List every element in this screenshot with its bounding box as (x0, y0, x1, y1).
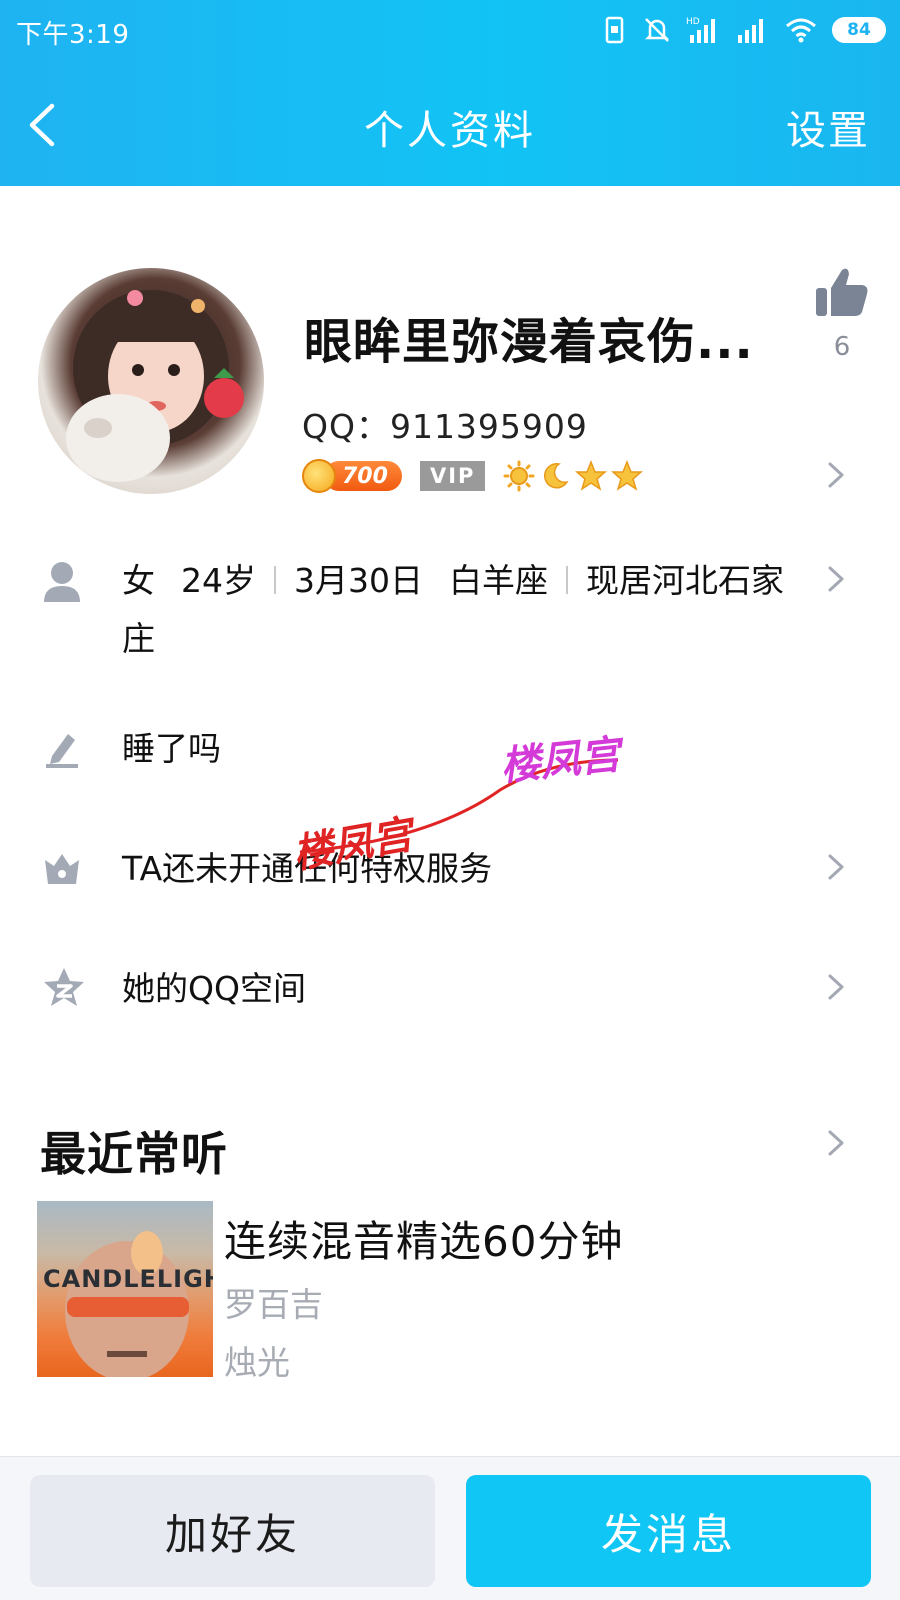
basic-info[interactable]: 女 24岁 3月30日 白羊座 现居河北石家庄 (122, 552, 812, 668)
status-bar: 下午3:19 HD 84 (0, 0, 900, 60)
send-message-button[interactable]: 发消息 (466, 1475, 871, 1587)
battery-indicator: 84 (832, 17, 886, 43)
location-continued: 庄 (122, 619, 155, 658)
mute-icon (644, 18, 670, 42)
vip-badge: VIP (419, 461, 486, 491)
divider (566, 565, 568, 594)
hd-signal-icon: HD (686, 17, 715, 43)
wifi-icon (786, 18, 816, 43)
like-count: 6 (833, 332, 851, 362)
status-icons: HD 84 (602, 12, 886, 48)
qzone-star-icon (44, 968, 84, 1006)
nickname: 眼眸里弥漫着哀伤... (304, 314, 754, 370)
app-header: 下午3:19 HD 84 个人资料 设置 (0, 0, 900, 186)
crown-icon (45, 854, 79, 884)
qq-level-icons (503, 460, 644, 492)
divider (274, 565, 276, 594)
gender: 女 (122, 561, 155, 600)
avatar-illustration (66, 290, 244, 482)
chevron-right-icon[interactable] (826, 852, 846, 882)
pencil-icon (46, 734, 78, 768)
avatar[interactable] (38, 268, 264, 494)
age: 24岁 (181, 561, 256, 600)
screen-rotate-icon (605, 16, 624, 44)
album-cover[interactable]: CANDLELIGHT (37, 1201, 213, 1377)
sun-icon (503, 460, 535, 492)
song-title[interactable]: 连续混音精选60分钟 (224, 1208, 623, 1269)
star-icon (575, 460, 608, 491)
moon-icon (544, 463, 569, 489)
signal-icon (738, 19, 763, 43)
album-name: 烛光 (224, 1343, 290, 1382)
album-cover-text: CANDLELIGHT (43, 1265, 213, 1293)
chevron-right-icon[interactable] (826, 564, 846, 594)
star-icon (611, 460, 644, 491)
location: 现居河北石家 (586, 561, 784, 600)
add-friend-button[interactable]: 加好友 (30, 1475, 435, 1587)
like-button[interactable]: 6 (812, 264, 872, 362)
birthday: 3月30日 (294, 561, 423, 600)
singer-name: 罗百吉 (224, 1285, 323, 1324)
badge-row[interactable]: 700 VIP (302, 458, 644, 494)
qq-number: QQ：911395909 (302, 407, 588, 446)
qzone-link[interactable]: 她的QQ空间 (122, 960, 306, 1018)
chevron-right-icon[interactable] (826, 972, 846, 1002)
signature: 睡了吗 (122, 729, 221, 768)
page-title: 个人资料 (364, 108, 536, 154)
person-icon (44, 562, 80, 602)
status-time: 下午3:19 (16, 20, 130, 50)
settings-button[interactable]: 设置 (786, 98, 870, 156)
section-title-recent-music: 最近常听 (40, 1127, 228, 1181)
thumbs-up-icon (816, 268, 868, 316)
chevron-right-icon[interactable] (826, 460, 846, 490)
coin-icon (302, 459, 336, 493)
chevron-right-icon[interactable] (826, 1128, 846, 1158)
bottom-action-bar: 加好友 发消息 (0, 1456, 900, 1600)
svg-text:HD: HD (686, 17, 700, 27)
zodiac: 白羊座 (449, 561, 548, 600)
